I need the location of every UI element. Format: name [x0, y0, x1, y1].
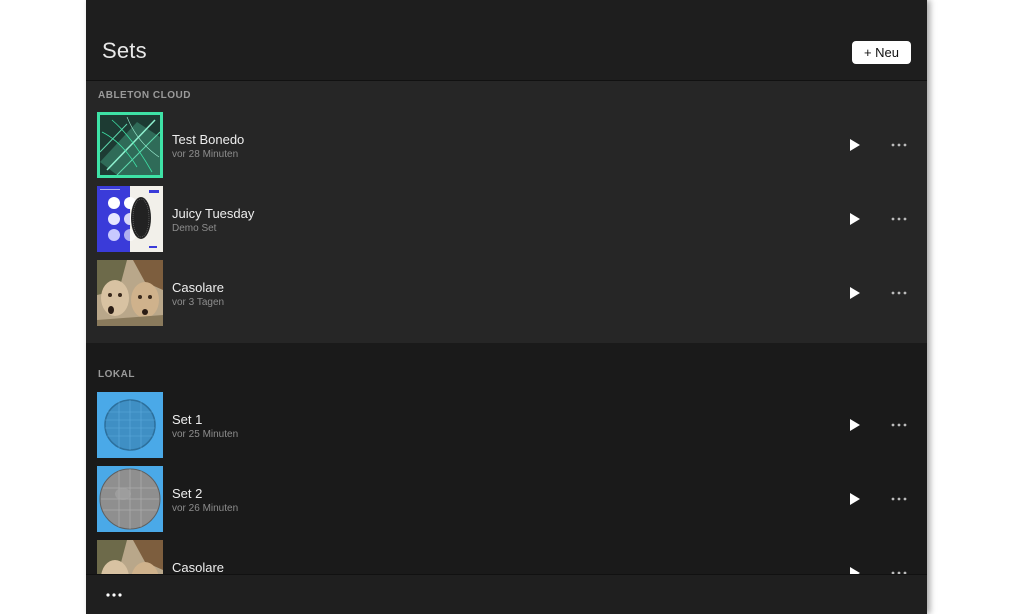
set-title: Set 1 [172, 412, 203, 427]
play-icon[interactable] [846, 211, 862, 227]
set-thumbnail [97, 260, 163, 326]
set-thumbnail [97, 540, 163, 574]
set-title: Test Bonedo [172, 132, 245, 147]
set-row-test-bonedo[interactable]: Test Bonedo vor 28 Minuten [86, 112, 927, 178]
set-thumbnail [97, 112, 163, 178]
set-title: Set 2 [172, 486, 203, 501]
set-subtitle: Demo Set [172, 223, 217, 234]
section-label-cloud: ABLETON CLOUD [98, 90, 191, 101]
set-subtitle: vor 26 Minuten [172, 503, 239, 514]
set-thumbnail [97, 186, 163, 252]
set-title: Casolare [172, 560, 225, 574]
set-subtitle: vor 3 Tagen [172, 297, 225, 308]
local-section: LOKAL Set 1 vor 25 Minuten Set 2 vor 26 … [86, 343, 927, 574]
app-window: Sets + Neu ABLETON CLOUD Test Bonedo vor… [86, 0, 927, 614]
set-row-juicy-tuesday[interactable]: Juicy Tuesday Demo Set [86, 186, 927, 252]
set-thumbnail [97, 392, 163, 458]
more-icon[interactable] [888, 211, 910, 227]
set-title: Juicy Tuesday [172, 206, 255, 221]
play-icon[interactable] [846, 565, 862, 574]
set-thumbnail [97, 466, 163, 532]
set-row-set-1[interactable]: Set 1 vor 25 Minuten [86, 392, 927, 458]
more-icon[interactable] [888, 417, 910, 433]
set-subtitle: vor 25 Minuten [172, 429, 239, 440]
set-title: Casolare [172, 280, 225, 295]
more-icon[interactable] [888, 285, 910, 301]
header: Sets + Neu [86, 0, 927, 81]
more-icon[interactable] [888, 565, 910, 574]
play-icon[interactable] [846, 417, 862, 433]
set-row-set-2[interactable]: Set 2 vor 26 Minuten [86, 466, 927, 532]
set-row-casolare-local[interactable]: Casolare [86, 540, 927, 574]
cloud-section: ABLETON CLOUD Test Bonedo vor 28 Minuten [86, 81, 927, 343]
new-set-button[interactable]: + Neu [852, 41, 911, 64]
set-row-casolare[interactable]: Casolare vor 3 Tagen [86, 260, 927, 326]
section-label-local: LOKAL [98, 369, 135, 380]
more-icon[interactable] [104, 587, 124, 603]
more-icon[interactable] [888, 491, 910, 507]
play-icon[interactable] [846, 491, 862, 507]
page-title: Sets [102, 38, 147, 63]
set-subtitle: vor 28 Minuten [172, 149, 239, 160]
more-icon[interactable] [888, 137, 910, 153]
play-icon[interactable] [846, 137, 862, 153]
play-icon[interactable] [846, 285, 862, 301]
bottom-toolbar [86, 574, 927, 614]
